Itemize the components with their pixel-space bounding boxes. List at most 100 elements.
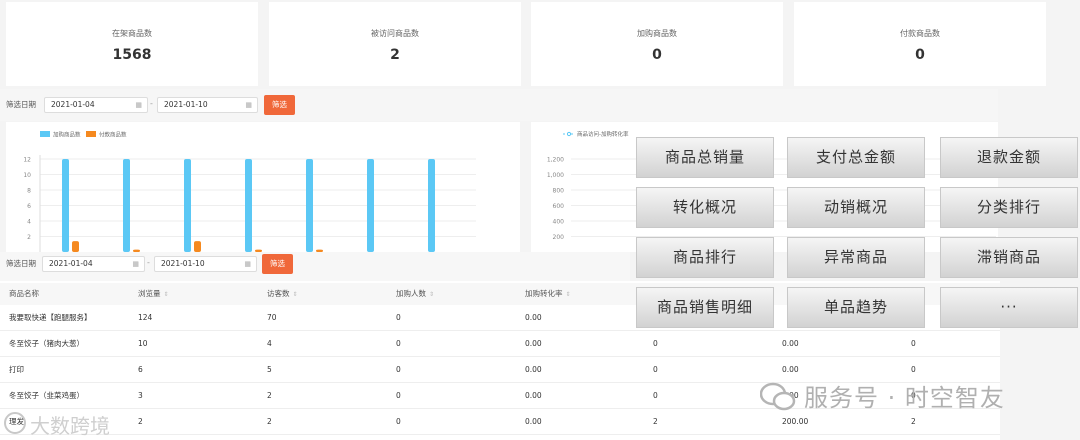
bar-cart — [123, 159, 130, 252]
y-tick-label: 600 — [553, 203, 565, 210]
stat-label: 被访问商品数 — [371, 29, 419, 38]
legend-label: 商品访问-加购转化率 — [577, 130, 629, 138]
menu-button-9[interactable]: 滞销商品 — [940, 237, 1078, 278]
filter-label: 筛选日期 — [6, 259, 36, 268]
column-header-cart-rate[interactable]: 加购转化率 ⇕ — [525, 283, 571, 306]
stat-value: 1568 — [112, 47, 152, 63]
table-cell: 0 — [653, 339, 658, 348]
bar-cart — [367, 159, 374, 252]
menu-button-2[interactable]: 支付总金额 — [787, 137, 925, 178]
menu-button-3[interactable]: 退款金额 — [940, 137, 1078, 178]
menu-button-6[interactable]: 分类排行 — [940, 187, 1078, 228]
table-cell: 0.00 — [525, 391, 542, 400]
calendar-icon: ▦ — [245, 101, 252, 109]
table-cell: 2 — [267, 391, 272, 400]
range-separator: - — [147, 258, 150, 267]
bar-cart — [245, 159, 252, 252]
watermark-right: 服务号 · 时空智友 — [756, 372, 1080, 420]
start-date-value: 2021-01-04 — [49, 259, 93, 268]
y-tick-label: 4 — [27, 219, 31, 226]
start-date-input[interactable]: 2021-01-04 ▦ — [44, 97, 148, 113]
table-cell: 0.00 — [782, 339, 799, 348]
menu-button-1[interactable]: 商品总销量 — [636, 137, 774, 178]
table-cell: 0.00 — [525, 417, 542, 426]
table-cell: 0.00 — [525, 313, 542, 322]
table-cell: 0 — [396, 339, 401, 348]
stat-card-paid: 付款商品数 0 — [794, 2, 1046, 86]
end-date-input[interactable]: 2021-01-10 ▦ — [157, 97, 258, 113]
stat-label: 在架商品数 — [112, 29, 152, 38]
range-separator: - — [150, 99, 153, 108]
table-cell: 0 — [396, 313, 401, 322]
table-cell: 5 — [267, 365, 272, 374]
bar-cart — [428, 159, 435, 252]
menu-button-11[interactable]: 单品趋势 — [787, 287, 925, 328]
menu-button-8[interactable]: 异常商品 — [787, 237, 925, 278]
start-date-input[interactable]: 2021-01-04 ▦ — [42, 256, 145, 272]
calendar-icon: ▦ — [132, 260, 139, 268]
legend-label: 付款商品数 — [99, 131, 127, 139]
watermark-right-text: 服务号 · 时空智友 — [804, 384, 1005, 412]
filter-button[interactable]: 筛选 — [264, 95, 295, 115]
table-cell: 冬至饺子（猪肉大葱） — [9, 339, 84, 348]
sort-icon: ⇕ — [292, 291, 298, 298]
filter-label: 筛选日期 — [6, 100, 36, 109]
watermark-left-text: 大数跨境 — [30, 414, 110, 438]
y-tick-label: 1,200 — [547, 157, 564, 164]
calendar-icon: ▦ — [135, 101, 142, 109]
y-tick-label: 8 — [27, 188, 31, 195]
bar-paid — [194, 241, 201, 252]
y-tick-label: 6 — [27, 203, 31, 210]
menu-button-12[interactable]: ··· — [940, 287, 1078, 328]
table-cell: 4 — [267, 339, 272, 348]
calendar-icon: ▦ — [244, 260, 251, 268]
start-date-value: 2021-01-04 — [51, 100, 95, 109]
menu-button-4[interactable]: 转化概况 — [636, 187, 774, 228]
y-tick-label: 10 — [23, 172, 31, 179]
table-cell: 10 — [138, 339, 148, 348]
filter-button[interactable]: 筛选 — [262, 254, 293, 274]
column-header-views[interactable]: 浏览量 ⇕ — [138, 283, 169, 306]
column-header-cart-users[interactable]: 加购人数 ⇕ — [396, 283, 434, 306]
date-filter-bar-table: 筛选日期 2021-01-04 ▦ - 2021-01-10 ▦ 筛选 — [0, 252, 630, 281]
column-header-visitors[interactable]: 访客数 ⇕ — [267, 283, 298, 306]
table-cell: 打印 — [9, 365, 24, 374]
sort-icon: ⇕ — [565, 291, 571, 298]
bar-cart — [62, 159, 69, 252]
y-tick-label: 200 — [553, 234, 565, 241]
bar-cart — [184, 159, 191, 252]
table-cell: 我要取快递【跑腿服务】 — [9, 313, 92, 322]
table-cell: 0 — [911, 339, 916, 348]
legend-label: 加购商品数 — [53, 131, 81, 139]
y-tick-label: 12 — [23, 157, 31, 164]
stat-value: 0 — [915, 47, 925, 63]
y-tick-label: 1,000 — [547, 172, 564, 179]
menu-button-7[interactable]: 商品排行 — [636, 237, 774, 278]
wechat-logo-icon — [759, 382, 796, 412]
column-header-name[interactable]: 商品名称 — [9, 283, 39, 305]
bar-cart — [306, 159, 313, 252]
y-tick-label: 800 — [553, 188, 565, 195]
stat-card-added-to-cart: 加购商品数 0 — [531, 2, 783, 86]
table-cell: 0 — [653, 391, 658, 400]
y-tick-label: 2 — [27, 234, 31, 241]
table-cell: 0.00 — [525, 339, 542, 348]
stat-value: 0 — [652, 47, 662, 63]
stat-card-visited: 被访问商品数 2 — [269, 2, 521, 86]
legend-swatch — [40, 131, 50, 137]
bar-chart: 2 4 6 8 10 12 加购商品数 付款商品数 — [23, 131, 476, 252]
sort-icon: ⇕ — [429, 291, 435, 298]
legend-marker — [566, 131, 572, 137]
date-filter-bar: 筛选日期 2021-01-04 ▦ - 2021-01-10 ▦ 筛选 — [0, 89, 998, 121]
end-date-value: 2021-01-10 — [164, 100, 208, 109]
menu-button-10[interactable]: 商品销售明细 — [636, 287, 774, 328]
stat-value: 2 — [390, 47, 400, 63]
end-date-input[interactable]: 2021-01-10 ▦ — [154, 256, 257, 272]
stat-label: 付款商品数 — [900, 29, 940, 38]
y-tick-label: 400 — [553, 219, 565, 226]
table-cell: 2 — [653, 417, 658, 426]
wechat-logo-icon — [4, 412, 26, 434]
end-date-value: 2021-01-10 — [161, 259, 205, 268]
menu-button-5[interactable]: 动销概况 — [787, 187, 925, 228]
stat-label: 加购商品数 — [637, 29, 677, 38]
